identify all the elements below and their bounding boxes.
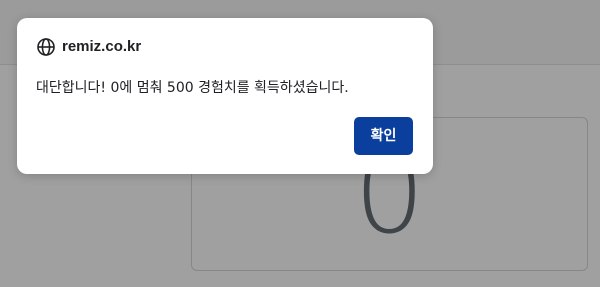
globe-icon (36, 37, 56, 57)
dialog-message: 대단합니다! 0에 멈춰 500 경험치를 획득하셨습니다. (36, 80, 349, 96)
confirm-button[interactable]: 확인 (354, 117, 413, 155)
dialog-origin: remiz.co.kr (36, 36, 141, 58)
alert-dialog: remiz.co.kr 대단합니다! 0에 멈춰 500 경험치를 획득하셨습니… (17, 18, 433, 174)
dialog-origin-text: remiz.co.kr (62, 38, 142, 55)
page: 0 remiz.co.kr 대단합니다! 0에 멈춰 500 경험치를 획득하셨… (0, 0, 600, 287)
